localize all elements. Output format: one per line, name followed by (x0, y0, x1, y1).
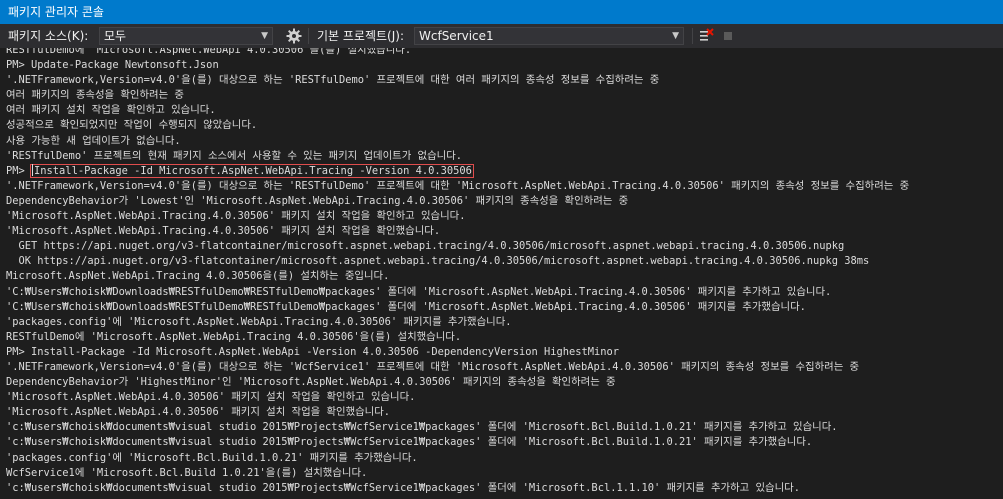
console-toolbar: 패키지 소스(K): 모두 ▼ 기본 프로젝트(J): WcfService1 … (0, 24, 1003, 48)
console-line: 'c:₩users₩choisk₩documents₩visual studio… (6, 421, 838, 434)
console-line: 성공적으로 확인되었지만 작업이 수행되지 않았습니다. (6, 119, 258, 132)
toolbar-separator (308, 28, 309, 44)
console-line: WcfService1에 'Microsoft.Bcl.Build 1.0.21… (6, 466, 368, 479)
console-line: 'c:₩users₩choisk₩documents₩visual studio… (6, 481, 800, 494)
console-line: PM> Install-Package -Id Microsoft.AspNet… (6, 163, 909, 179)
console-line: 여러 패키지 설치 작업을 확인하고 있습니다. (6, 104, 216, 117)
console-line: 여러 패키지의 종속성을 확인하려는 중 (6, 89, 184, 102)
default-project-dropdown[interactable]: WcfService1 ▼ (414, 27, 684, 45)
default-project-label: 기본 프로젝트(J): (317, 29, 405, 43)
default-project-value: WcfService1 (419, 29, 494, 43)
console-lines: RESTfulDemo에 'Microsoft.AspNet.WebApi 4.… (6, 48, 909, 496)
chevron-down-icon: ▼ (261, 31, 268, 41)
package-manager-console-window: 패키지 관리자 콘솔 패키지 소스(K): 모두 ▼ 기본 프로젝트(J): W… (0, 0, 1003, 499)
highlighted-command-text: Install-Package -Id Microsoft.AspNet.Web… (34, 164, 472, 177)
console-prompt: PM> (6, 164, 32, 177)
console-line: GET https://api.nuget.org/v3-flatcontain… (6, 240, 845, 253)
package-source-dropdown[interactable]: 모두 ▼ (99, 27, 273, 45)
highlighted-command: Install-Package -Id Microsoft.AspNet.Web… (30, 163, 474, 178)
console-line: 'C:₩Users₩choisk₩Downloads₩RESTfulDemo₩R… (6, 285, 832, 298)
title-bar: 패키지 관리자 콘솔 (0, 0, 1003, 24)
console-line: 사용 가능한 새 업데이트가 없습니다. (6, 134, 181, 147)
stop-command-button[interactable] (719, 27, 737, 45)
console-line: DependencyBehavior가 'Lowest'인 'Microsoft… (6, 194, 629, 207)
gear-icon (286, 28, 302, 44)
console-line: Microsoft.AspNet.WebApi.Tracing 4.0.3050… (6, 270, 390, 283)
console-line: '.NETFramework,Version=v4.0'을(를) 대상으로 하는… (6, 360, 860, 373)
package-source-label: 패키지 소스(K): (8, 29, 89, 43)
stop-icon (724, 32, 732, 40)
package-settings-button[interactable] (285, 27, 303, 45)
console-line: 'Microsoft.AspNet.WebApi.Tracing.4.0.305… (6, 225, 441, 238)
console-line: 'RESTfulDemo' 프로젝트의 현재 패키지 소스에서 사용할 수 있는… (6, 149, 463, 162)
console-line: '.NETFramework,Version=v4.0'을(를) 대상으로 하는… (6, 179, 910, 192)
console-output[interactable]: RESTfulDemo에 'Microsoft.AspNet.WebApi 4.… (0, 48, 1003, 499)
console-line: 'c:₩users₩choisk₩documents₩visual studio… (6, 436, 813, 449)
console-line: 'packages.config'에 'Microsoft.Bcl.Build.… (6, 451, 418, 464)
clear-console-button[interactable] (697, 27, 715, 45)
text-caret (32, 163, 34, 176)
toolbar-separator (692, 28, 693, 44)
console-line: 'packages.config'에 'Microsoft.AspNet.Web… (6, 315, 512, 328)
console-line: 'Microsoft.AspNet.WebApi.4.0.30506' 패키지 … (6, 406, 391, 419)
console-line: '.NETFramework,Version=v4.0'을(를) 대상으로 하는… (6, 74, 660, 87)
console-line: OK https://api.nuget.org/v3-flatcontaine… (6, 255, 870, 268)
console-line: RESTfulDemo에 'Microsoft.AspNet.WebApi 4.… (6, 48, 412, 56)
package-source-value: 모두 (104, 29, 127, 43)
window-title: 패키지 관리자 콘솔 (8, 5, 104, 19)
console-line: DependencyBehavior가 'HighestMinor'인 'Mic… (6, 376, 616, 389)
console-line: PM> Install-Package -Id Microsoft.AspNet… (6, 345, 620, 358)
console-line: 'Microsoft.AspNet.WebApi.4.0.30506' 패키지 … (6, 391, 416, 404)
console-line: 'C:₩Users₩choisk₩Downloads₩RESTfulDemo₩R… (6, 300, 806, 313)
console-line: 'Microsoft.AspNet.WebApi.Tracing.4.0.305… (6, 210, 466, 223)
console-line: RESTfulDemo에 'Microsoft.AspNet.WebApi.Tr… (6, 330, 462, 343)
console-line: PM> Update-Package Newtonsoft.Json (6, 59, 219, 72)
clear-console-icon (700, 28, 714, 41)
chevron-down-icon: ▼ (672, 31, 679, 41)
